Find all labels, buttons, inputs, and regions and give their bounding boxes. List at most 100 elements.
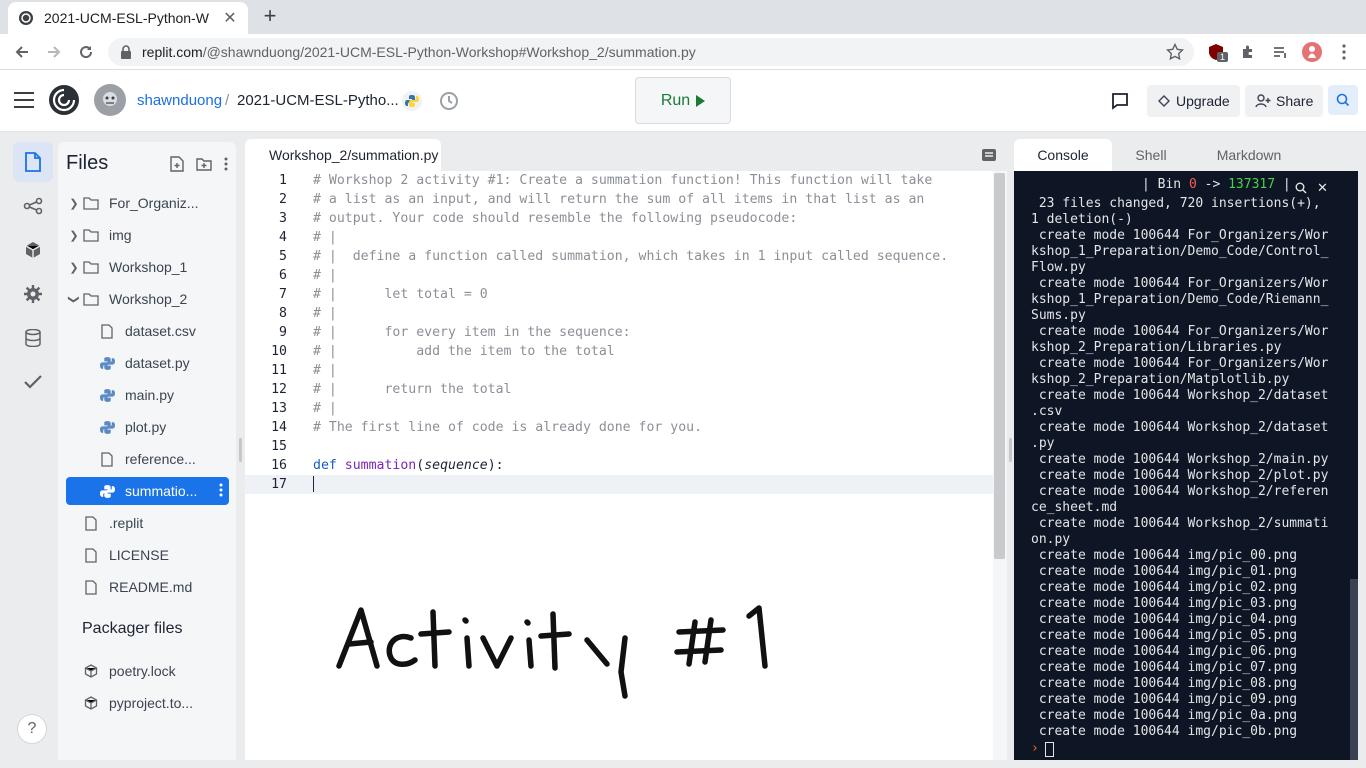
open-paren: ( — [416, 458, 425, 473]
upgrade-button[interactable]: Upgrade — [1147, 85, 1240, 117]
line-number: 14 — [271, 420, 287, 435]
avatar[interactable] — [94, 84, 126, 116]
line-number: 13 — [271, 401, 287, 416]
run-button[interactable]: Run — [635, 77, 731, 124]
new-file-icon[interactable] — [170, 156, 184, 172]
code-comment: # | — [313, 306, 337, 321]
close-tab-icon[interactable]: ✕ — [222, 8, 238, 28]
tree-folder-img[interactable]: ❯ img — [66, 221, 229, 249]
console-line: create mode 100644 img/pic_06.png — [1031, 644, 1298, 659]
console-line: create mode 100644 img/pic_09.png — [1031, 692, 1298, 707]
hamburger-icon[interactable] — [14, 92, 34, 108]
tab-shell[interactable]: Shell — [1112, 139, 1190, 171]
new-tab-button[interactable]: + — [258, 5, 282, 29]
sidebar-item-settings[interactable] — [13, 274, 53, 314]
breadcrumb-repl-name[interactable]: 2021-UCM-ESL-Pytho... — [237, 92, 399, 109]
reading-list-icon[interactable] — [1270, 42, 1290, 62]
tree-folder-workshop-1[interactable]: ❯ Workshop_1 — [66, 253, 229, 281]
tree-item-label: For_Organiz... — [109, 195, 199, 211]
code-line: 8 # | — [245, 304, 993, 323]
reload-button[interactable] — [74, 40, 98, 64]
tree-folder-for-organizers[interactable]: ❯ For_Organiz... — [66, 189, 229, 217]
search-button[interactable] — [1328, 85, 1358, 115]
tree-file-main-py[interactable]: main.py — [66, 381, 229, 409]
file-icon — [82, 546, 100, 564]
sidebar-item-packages[interactable] — [13, 230, 53, 270]
editor-scrollbar[interactable] — [993, 171, 1007, 760]
tree-file-readme[interactable]: README.md — [66, 573, 229, 601]
editor-options-icon[interactable] — [981, 147, 997, 163]
panel-resize-handle[interactable] — [239, 438, 242, 462]
reload-icon — [80, 46, 93, 59]
arrow-left-icon — [15, 46, 28, 58]
code-area[interactable]: 1 # Workshop 2 activity #1: Create a summ… — [245, 171, 993, 494]
bookmark-star-icon[interactable] — [1166, 43, 1184, 61]
files-menu-kebab-icon[interactable] — [224, 157, 228, 171]
tree-item-label: dataset.csv — [125, 323, 196, 339]
console-close-icon[interactable]: ✕ — [1317, 180, 1328, 196]
editor-tab-bar: Workshop_2/summation.py — [245, 139, 1007, 171]
ublock-extension-icon[interactable]: 1 — [1206, 42, 1229, 62]
code-comment: # | — [313, 401, 337, 416]
extensions-puzzle-icon[interactable] — [1238, 42, 1258, 62]
file-icon — [82, 578, 100, 596]
console-line: kshop_1_Preparation/Demo_Code/Control_ — [1031, 244, 1329, 259]
browser-tab-strip: 2021-UCM-ESL-Python-W ✕ + — [0, 0, 1366, 34]
tab-console[interactable]: Console — [1014, 139, 1112, 171]
new-folder-icon[interactable] — [196, 157, 212, 171]
share-label: Share — [1276, 93, 1314, 109]
url-field[interactable]: replit.com/@shawnduong/2021-UCM-ESL-Pyth… — [108, 38, 1194, 66]
console-cursor[interactable] — [1045, 742, 1054, 757]
sidebar-item-unit-tests[interactable] — [13, 362, 53, 402]
tree-folder-workshop-2[interactable]: ❯ Workshop_2 — [66, 285, 229, 313]
editor-tab[interactable]: Workshop_2/summation.py — [245, 139, 441, 171]
tree-file-pyproject-toml[interactable]: pyproject.to... — [66, 689, 229, 717]
code-comment: # a list as an input, and will return th… — [313, 192, 925, 207]
tab-markdown[interactable]: Markdown — [1190, 139, 1308, 171]
sidebar-item-files[interactable] — [13, 142, 53, 182]
tree-file-license[interactable]: LICENSE — [66, 541, 229, 569]
chat-icon[interactable] — [1110, 91, 1130, 111]
line-number: 7 — [279, 287, 287, 302]
history-icon[interactable] — [438, 90, 460, 112]
console-prompt: › — [1031, 741, 1039, 756]
breadcrumb-user-link[interactable]: shawnduong — [137, 92, 222, 109]
share-button[interactable]: Share — [1245, 85, 1324, 117]
console-output[interactable]: | Bin 0 -> 137317 | ✕ 23 files changed, … — [1014, 171, 1358, 760]
text-cursor-line — [313, 475, 314, 494]
tree-file-summation-py[interactable]: summatio... — [66, 477, 229, 505]
sidebar-item-database[interactable] — [13, 318, 53, 358]
line-number: 8 — [279, 306, 287, 321]
python-file-icon — [98, 418, 116, 436]
console-line: create mode 100644 For_Organizers/Wor — [1031, 324, 1329, 339]
line-number: 12 — [271, 382, 287, 397]
tree-file-plot-py[interactable]: plot.py — [66, 413, 229, 441]
editor-scroll-thumb[interactable] — [994, 173, 1005, 559]
console-line: .csv — [1031, 404, 1063, 419]
git-icon — [23, 197, 43, 215]
profile-avatar-icon[interactable] — [1302, 42, 1322, 62]
console-lines: 23 files changed, 720 insertions(+), 1 de… — [1031, 196, 1353, 740]
console-line: create mode 100644 Workshop_2/dataset — [1031, 420, 1329, 435]
console-search-icon[interactable] — [1295, 182, 1307, 194]
file-options-kebab-icon[interactable] — [219, 483, 223, 497]
console-line: Flow.py — [1031, 260, 1086, 275]
tree-file-replit[interactable]: .replit — [66, 509, 229, 537]
browser-menu-icon[interactable] — [1334, 42, 1354, 62]
code-line: 12 # | return the total — [245, 380, 993, 399]
console-status-pipe: | — [1275, 177, 1291, 192]
forward-button[interactable] — [42, 40, 66, 64]
back-button[interactable] — [10, 40, 34, 64]
replit-logo[interactable] — [48, 84, 80, 116]
tree-file-dataset-csv[interactable]: dataset.csv — [66, 317, 229, 345]
browser-tab[interactable]: 2021-UCM-ESL-Python-W ✕ — [8, 2, 248, 34]
console-scrollbar[interactable] — [1350, 579, 1358, 760]
tree-file-poetry-lock[interactable]: poetry.lock — [66, 657, 229, 685]
tree-file-dataset-py[interactable]: dataset.py — [66, 349, 229, 377]
sidebar-item-version-control[interactable] — [13, 186, 53, 226]
sidebar-rail: ? — [0, 132, 58, 768]
help-button[interactable]: ? — [17, 714, 47, 744]
folder-icon — [82, 258, 100, 276]
panel-resize-handle[interactable] — [1009, 438, 1012, 462]
tree-file-reference-sheet[interactable]: reference... — [66, 445, 229, 473]
